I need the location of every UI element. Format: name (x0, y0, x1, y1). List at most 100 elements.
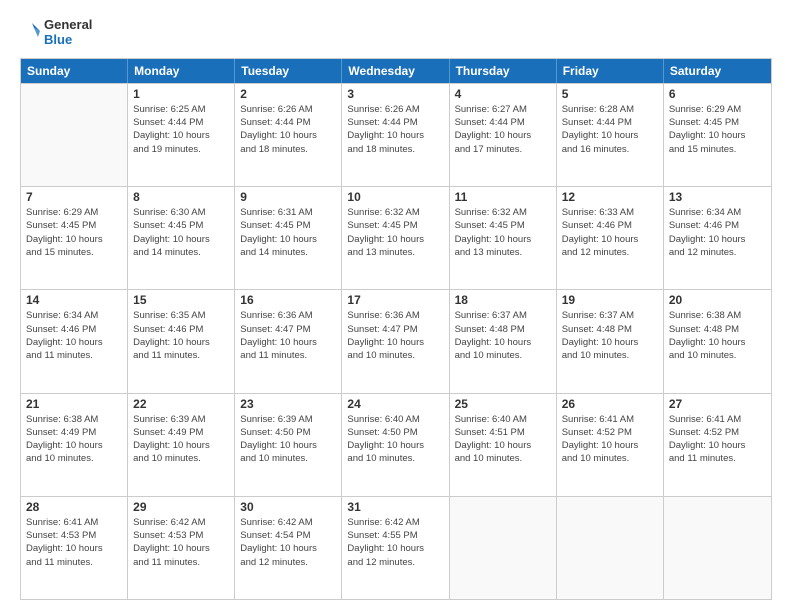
day-number: 11 (455, 190, 551, 204)
day-cell-23: 23Sunrise: 6:39 AMSunset: 4:50 PMDayligh… (235, 394, 342, 496)
day-cell-11: 11 Sunrise: 6:32 AMSunset: 4:45 PMDayligh… (450, 187, 557, 289)
day-info: Sunrise: 6:39 AMSunset: 4:50 PMDaylight:… (240, 413, 336, 466)
day-info: Sunrise: 6:37 AMSunset: 4:48 PMDaylight:… (562, 309, 658, 362)
day-number: 13 (669, 190, 766, 204)
logo-general: General (44, 18, 92, 33)
day-cell-15: 15 Sunrise: 6:35 AMSunset: 4:46 PMDayligh… (128, 290, 235, 392)
day-cell-2: 2Sunrise: 6:26 AMSunset: 4:44 PMDaylight… (235, 84, 342, 186)
day-number: 31 (347, 500, 443, 514)
day-info: Sunrise: 6:29 AMSunset: 4:45 PMDaylight:… (669, 103, 766, 156)
day-cell-13: 13 Sunrise: 6:34 AMSunset: 4:46 PMDayligh… (664, 187, 771, 289)
calendar-row-1: 1 Sunrise: 6:25 AMSunset: 4:44 PMDaylight… (21, 83, 771, 186)
calendar: SundayMondayTuesdayWednesdayThursdayFrid… (20, 58, 772, 600)
day-number: 29 (133, 500, 229, 514)
day-number: 1 (133, 87, 229, 101)
day-cell-30: 30 Sunrise: 6:42 AMSunset: 4:54 PMDayligh… (235, 497, 342, 599)
day-number: 27 (669, 397, 766, 411)
day-cell-3: 3 Sunrise: 6:26 AMSunset: 4:44 PMDaylight… (342, 84, 449, 186)
day-cell-20: 20 Sunrise: 6:38 AMSunset: 4:48 PMDayligh… (664, 290, 771, 392)
day-number: 16 (240, 293, 336, 307)
day-cell-10: 10 Sunrise: 6:32 AMSunset: 4:45 PMDayligh… (342, 187, 449, 289)
day-info: Sunrise: 6:38 AMSunset: 4:49 PMDaylight:… (26, 413, 122, 466)
day-info: Sunrise: 6:42 AMSunset: 4:54 PMDaylight:… (240, 516, 336, 569)
day-info: Sunrise: 6:32 AMSunset: 4:45 PMDaylight:… (347, 206, 443, 259)
day-info: Sunrise: 6:42 AMSunset: 4:53 PMDaylight:… (133, 516, 229, 569)
day-info: Sunrise: 6:41 AMSunset: 4:52 PMDaylight:… (562, 413, 658, 466)
day-info: Sunrise: 6:34 AMSunset: 4:46 PMDaylight:… (669, 206, 766, 259)
day-number: 28 (26, 500, 122, 514)
day-info: Sunrise: 6:34 AMSunset: 4:46 PMDaylight:… (26, 309, 122, 362)
day-number: 3 (347, 87, 443, 101)
day-number: 19 (562, 293, 658, 307)
day-cell-9: 9 Sunrise: 6:31 AMSunset: 4:45 PMDaylight… (235, 187, 342, 289)
logo-blue: Blue (44, 33, 92, 48)
day-info: Sunrise: 6:36 AMSunset: 4:47 PMDaylight:… (240, 309, 336, 362)
day-cell-17: 17 Sunrise: 6:36 AMSunset: 4:47 PMDayligh… (342, 290, 449, 392)
day-info: Sunrise: 6:41 AMSunset: 4:53 PMDaylight:… (26, 516, 122, 569)
empty-cell-4-4 (450, 497, 557, 599)
calendar-row-2: 7Sunrise: 6:29 AMSunset: 4:45 PMDaylight… (21, 186, 771, 289)
day-number: 15 (133, 293, 229, 307)
day-info: Sunrise: 6:42 AMSunset: 4:55 PMDaylight:… (347, 516, 443, 569)
day-info: Sunrise: 6:40 AMSunset: 4:50 PMDaylight:… (347, 413, 443, 466)
day-cell-14: 14 Sunrise: 6:34 AMSunset: 4:46 PMDayligh… (21, 290, 128, 392)
logo: General Blue (20, 18, 92, 48)
header-day-saturday: Saturday (664, 59, 771, 83)
day-info: Sunrise: 6:37 AMSunset: 4:48 PMDaylight:… (455, 309, 551, 362)
day-cell-7: 7Sunrise: 6:29 AMSunset: 4:45 PMDaylight… (21, 187, 128, 289)
header: General Blue (20, 18, 772, 48)
calendar-header: SundayMondayTuesdayWednesdayThursdayFrid… (21, 59, 771, 83)
header-day-wednesday: Wednesday (342, 59, 449, 83)
day-number: 17 (347, 293, 443, 307)
day-info: Sunrise: 6:31 AMSunset: 4:45 PMDaylight:… (240, 206, 336, 259)
day-cell-16: 16 Sunrise: 6:36 AMSunset: 4:47 PMDayligh… (235, 290, 342, 392)
day-info: Sunrise: 6:40 AMSunset: 4:51 PMDaylight:… (455, 413, 551, 466)
day-info: Sunrise: 6:36 AMSunset: 4:47 PMDaylight:… (347, 309, 443, 362)
header-day-thursday: Thursday (450, 59, 557, 83)
day-info: Sunrise: 6:32 AMSunset: 4:45 PMDaylight:… (455, 206, 551, 259)
day-info: Sunrise: 6:27 AMSunset: 4:44 PMDaylight:… (455, 103, 551, 156)
day-number: 18 (455, 293, 551, 307)
empty-cell-0-0 (21, 84, 128, 186)
day-info: Sunrise: 6:29 AMSunset: 4:45 PMDaylight:… (26, 206, 122, 259)
day-info: Sunrise: 6:33 AMSunset: 4:46 PMDaylight:… (562, 206, 658, 259)
empty-cell-4-5 (557, 497, 664, 599)
day-cell-21: 21Sunrise: 6:38 AMSunset: 4:49 PMDayligh… (21, 394, 128, 496)
logo-bird-icon (20, 21, 40, 45)
calendar-body: 1 Sunrise: 6:25 AMSunset: 4:44 PMDaylight… (21, 83, 771, 599)
day-number: 22 (133, 397, 229, 411)
day-cell-8: 8 Sunrise: 6:30 AMSunset: 4:45 PMDaylight… (128, 187, 235, 289)
day-number: 26 (562, 397, 658, 411)
day-info: Sunrise: 6:25 AMSunset: 4:44 PMDaylight:… (133, 103, 229, 156)
day-info: Sunrise: 6:35 AMSunset: 4:46 PMDaylight:… (133, 309, 229, 362)
header-day-friday: Friday (557, 59, 664, 83)
day-cell-4: 4 Sunrise: 6:27 AMSunset: 4:44 PMDaylight… (450, 84, 557, 186)
day-number: 14 (26, 293, 122, 307)
calendar-row-5: 28 Sunrise: 6:41 AMSunset: 4:53 PMDayligh… (21, 496, 771, 599)
day-info: Sunrise: 6:38 AMSunset: 4:48 PMDaylight:… (669, 309, 766, 362)
page: General Blue SundayMondayTuesdayWednesda… (0, 0, 792, 612)
day-cell-24: 24Sunrise: 6:40 AMSunset: 4:50 PMDayligh… (342, 394, 449, 496)
day-cell-31: 31 Sunrise: 6:42 AMSunset: 4:55 PMDayligh… (342, 497, 449, 599)
day-cell-28: 28 Sunrise: 6:41 AMSunset: 4:53 PMDayligh… (21, 497, 128, 599)
day-number: 9 (240, 190, 336, 204)
day-info: Sunrise: 6:30 AMSunset: 4:45 PMDaylight:… (133, 206, 229, 259)
day-number: 10 (347, 190, 443, 204)
header-day-sunday: Sunday (21, 59, 128, 83)
day-number: 25 (455, 397, 551, 411)
day-number: 30 (240, 500, 336, 514)
day-number: 4 (455, 87, 551, 101)
day-cell-29: 29 Sunrise: 6:42 AMSunset: 4:53 PMDayligh… (128, 497, 235, 599)
day-cell-1: 1 Sunrise: 6:25 AMSunset: 4:44 PMDaylight… (128, 84, 235, 186)
day-number: 5 (562, 87, 658, 101)
day-number: 8 (133, 190, 229, 204)
day-number: 20 (669, 293, 766, 307)
day-cell-26: 26 Sunrise: 6:41 AMSunset: 4:52 PMDayligh… (557, 394, 664, 496)
day-info: Sunrise: 6:28 AMSunset: 4:44 PMDaylight:… (562, 103, 658, 156)
empty-cell-4-6 (664, 497, 771, 599)
header-day-monday: Monday (128, 59, 235, 83)
day-info: Sunrise: 6:26 AMSunset: 4:44 PMDaylight:… (347, 103, 443, 156)
day-cell-18: 18 Sunrise: 6:37 AMSunset: 4:48 PMDayligh… (450, 290, 557, 392)
day-cell-27: 27 Sunrise: 6:41 AMSunset: 4:52 PMDayligh… (664, 394, 771, 496)
day-info: Sunrise: 6:41 AMSunset: 4:52 PMDaylight:… (669, 413, 766, 466)
